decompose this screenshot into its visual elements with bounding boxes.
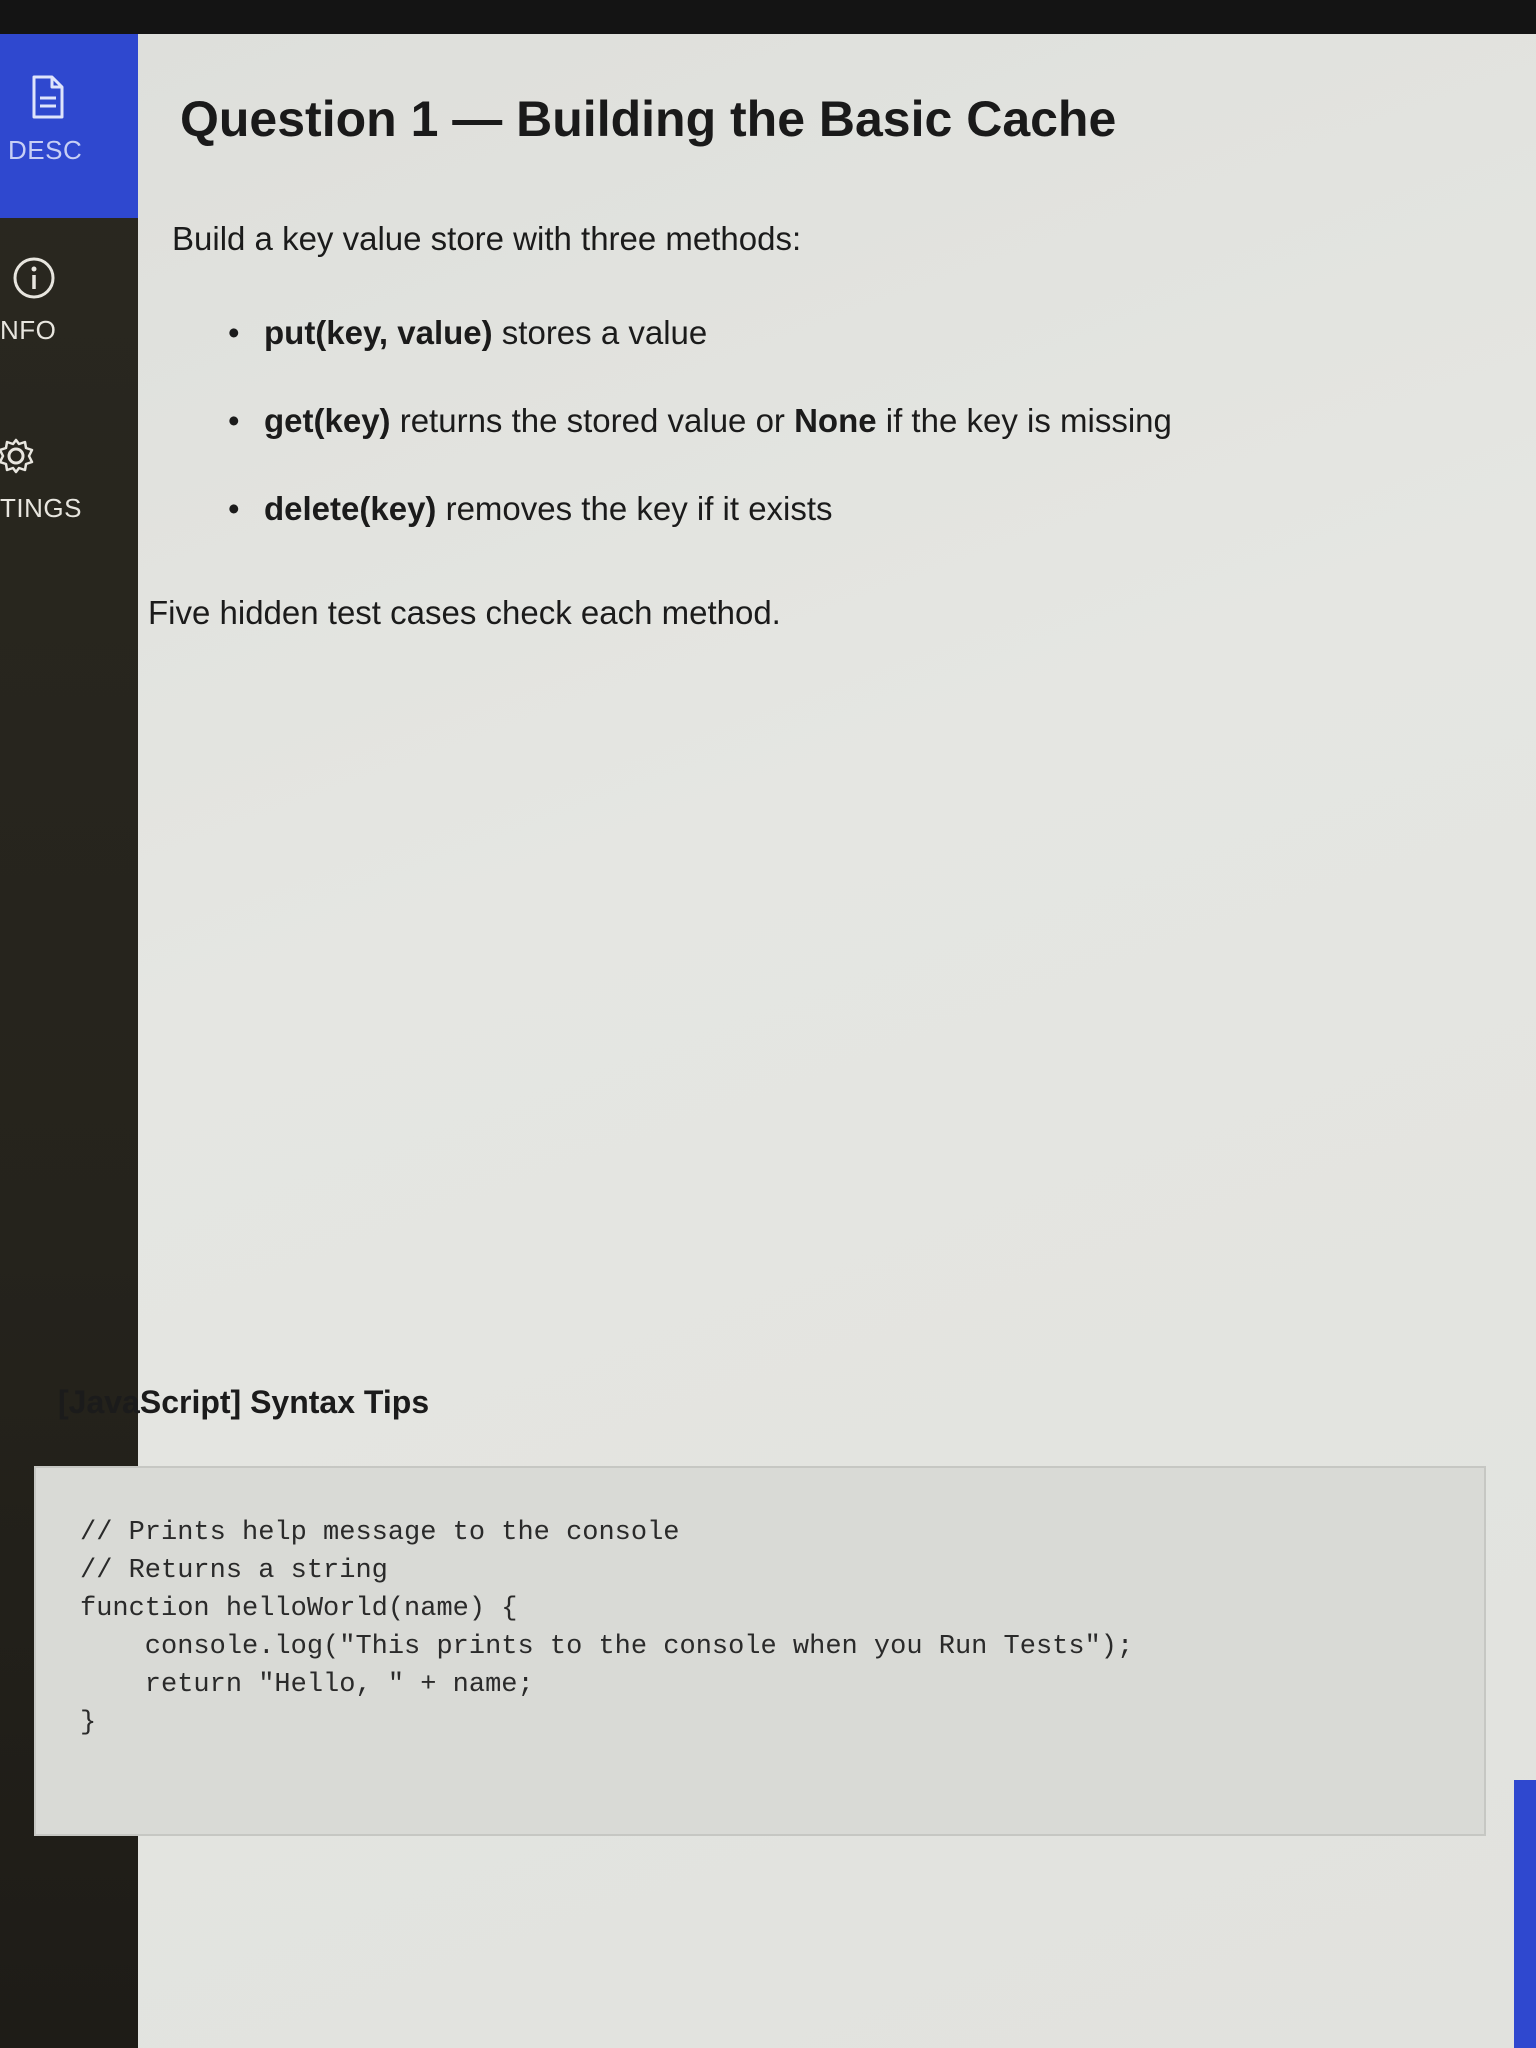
sidebar-item-label: DESC <box>8 135 83 165</box>
method-description-tail: if the key is missing <box>876 402 1172 439</box>
method-signature: put(key, value) <box>264 314 493 351</box>
right-edge-accent <box>1514 1780 1536 2048</box>
sidebar-item-label: TINGS <box>0 493 82 523</box>
syntax-tips-title: [JavaScript] Syntax Tips <box>58 1384 430 1420</box>
list-item: put(key, value) stores a value <box>228 314 1172 352</box>
question-intro: Build a key value store with three metho… <box>172 220 802 257</box>
method-description: returns the stored value or <box>390 402 795 439</box>
method-list: put(key, value) stores a value get(key) … <box>228 314 1172 578</box>
sidebar-item-info[interactable]: NFO <box>0 256 138 406</box>
list-item: get(key) returns the stored value or Non… <box>228 402 1172 440</box>
list-item: delete(key) removes the key if it exists <box>228 490 1172 528</box>
code-block: // Prints help message to the console //… <box>34 1466 1486 1836</box>
method-signature: delete(key) <box>264 490 437 527</box>
question-panel: Question 1 — Building the Basic Cache Bu… <box>34 34 1536 2048</box>
sidebar-item-desc[interactable]: DESC <box>0 34 138 218</box>
sidebar-item-label: NFO <box>0 315 57 345</box>
gear-icon <box>0 434 40 483</box>
document-icon <box>30 74 66 125</box>
method-signature: get(key) <box>264 402 391 439</box>
keyword-none: None <box>794 402 877 439</box>
info-icon <box>12 256 56 305</box>
method-description: stores a value <box>492 314 708 351</box>
sidebar-item-settings[interactable]: TINGS <box>0 434 138 584</box>
code-snippet: // Prints help message to the console //… <box>80 1518 1134 1738</box>
method-description: removes the key if it exists <box>436 490 833 527</box>
test-cases-note: Five hidden test cases check each method… <box>148 594 781 631</box>
page-title: Question 1 — Building the Basic Cache <box>180 91 1117 147</box>
top-bezel <box>0 0 1536 34</box>
